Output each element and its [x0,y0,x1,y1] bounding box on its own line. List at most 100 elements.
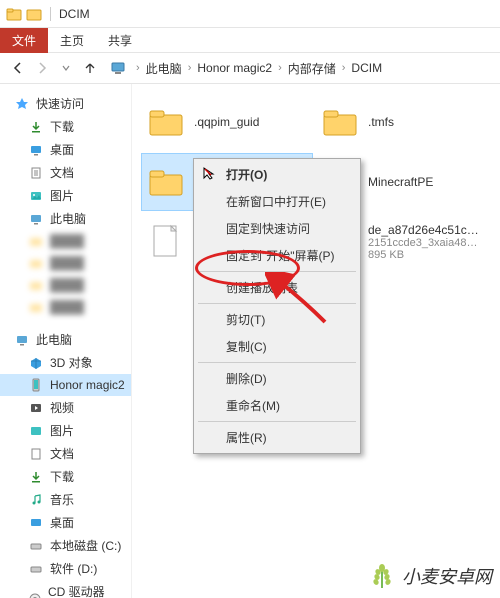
sidebar-documents2[interactable]: 文档 [0,442,131,465]
label: 此电脑 [50,210,86,227]
phone-icon [28,377,44,393]
sidebar-cddrive[interactable]: CD 驱动器 (E:) HiSu [0,580,131,598]
sidebar-thispc[interactable]: 此电脑 [0,328,131,351]
chevron-right-icon: › [188,62,192,74]
document-icon [28,446,44,462]
label: 下载 [50,118,74,135]
label: 文档 [50,164,74,181]
cursor-icon [202,166,216,180]
file-sub: 2151ccde3_3xaia48xze3rrn [368,237,482,249]
sidebar-blurred: ████ [0,296,131,318]
sidebar-quickaccess[interactable]: 快速访问 [0,92,131,115]
file-name: de_a87d26e4c51c486db08 [368,223,482,237]
menu-pinstart[interactable]: 固定到"开始"屏幕(P) [194,242,360,269]
watermark-text: 小麦安卓网 [402,563,492,589]
label: CD 驱动器 (E:) HiSu [48,583,125,598]
label: 桌面 [50,514,74,531]
menu-rename[interactable]: 重命名(M) [194,392,360,419]
sidebar-music[interactable]: 音乐 [0,488,131,511]
folder-icon [146,162,186,202]
watermark: 小麦安卓网 [368,562,492,590]
menu-cut[interactable]: 剪切(T) [194,306,360,333]
label: 本地磁盘 (C:) [50,537,121,554]
desktop-icon [28,515,44,531]
folder-icon [320,102,360,142]
menu-delete[interactable]: 删除(D) [194,365,360,392]
download-icon [28,119,44,135]
disc-icon [28,591,42,598]
app-folder-icon [6,6,22,22]
sidebar-3dobjects[interactable]: 3D 对象 [0,351,131,374]
crumb-dcim[interactable]: DCIM [351,61,382,75]
label: Honor magic2 [50,378,125,392]
sidebar-blurred: ████ [0,274,131,296]
video-icon [28,400,44,416]
context-menu: 打开(O) 在新窗口中打开(E) 固定到快速访问 固定到"开始"屏幕(P) 创建… [193,158,361,454]
menu-open[interactable]: 打开(O) [194,161,360,188]
menu-copy[interactable]: 复制(C) [194,333,360,360]
tab-home[interactable]: 主页 [48,28,96,53]
history-dropdown[interactable] [54,56,78,80]
file-icon [146,222,186,262]
music-icon [28,492,44,508]
pc-icon [110,60,126,76]
label: 快速访问 [36,95,84,112]
menu-newwindow[interactable]: 在新窗口中打开(E) [194,188,360,215]
menu-properties[interactable]: 属性(R) [194,424,360,451]
crumb-storage[interactable]: 内部存储 [288,60,336,77]
folder-item[interactable]: .qqpim_guid [142,94,312,150]
download-icon [28,469,44,485]
sidebar-desktop2[interactable]: 桌面 [0,511,131,534]
sidebar-honor[interactable]: Honor magic2 [0,374,131,396]
menu-separator [198,362,356,363]
up-button[interactable] [78,56,102,80]
label: 下载 [50,468,74,485]
menu-separator [198,271,356,272]
label: 音乐 [50,491,74,508]
drive-icon [28,538,44,554]
file-sub: 895 KB [368,249,482,261]
crumb-thispc[interactable]: 此电脑 [146,60,182,77]
sidebar-documents[interactable]: 文档 [0,161,131,184]
sidebar-desktop[interactable]: 桌面 [0,138,131,161]
tab-share[interactable]: 共享 [96,28,144,53]
sidebar-blurred: ████ [0,252,131,274]
file-name: MinecraftPE [368,175,433,189]
chevron-right-icon: › [342,62,346,74]
label: 图片 [50,187,74,204]
sidebar-blurred: ████ [0,230,131,252]
pictures-library-icon [26,6,42,22]
menu-playlist[interactable]: 创建播放列表 [194,274,360,301]
back-button[interactable] [6,56,30,80]
sidebar-localc[interactable]: 本地磁盘 (C:) [0,534,131,557]
chevron-right-icon: › [278,62,282,74]
crumb-device[interactable]: Honor magic2 [197,61,272,75]
sidebar-pictures[interactable]: 图片 [0,184,131,207]
sidebar-downloads2[interactable]: 下载 [0,465,131,488]
pc-icon [28,211,44,227]
sidebar-softd[interactable]: 软件 (D:) [0,557,131,580]
navigation-pane: 快速访问 下载 桌面 文档 图片 此电脑 ████ ████ ████ ████ [0,84,132,598]
forward-button[interactable] [30,56,54,80]
file-name: .tmfs [368,115,394,129]
drive-icon [28,561,44,577]
desktop-icon [28,142,44,158]
pictures-icon [28,188,44,204]
label: 视频 [50,399,74,416]
pc-icon [14,332,30,348]
document-icon [28,165,44,181]
tab-file[interactable]: 文件 [0,28,48,53]
separator [50,7,51,21]
star-icon [14,96,30,112]
sidebar-video[interactable]: 视频 [0,396,131,419]
breadcrumb[interactable]: › 此电脑 › Honor magic2 › 内部存储 › DCIM [110,60,494,77]
menu-separator [198,421,356,422]
sidebar-downloads[interactable]: 下载 [0,115,131,138]
menu-pinquick[interactable]: 固定到快速访问 [194,215,360,242]
label: 桌面 [50,141,74,158]
pictures-icon [28,423,44,439]
chevron-right-icon: › [136,62,140,74]
sidebar-pictures2[interactable]: 图片 [0,419,131,442]
sidebar-thispc-top[interactable]: 此电脑 [0,207,131,230]
folder-item[interactable]: .tmfs [316,94,486,150]
